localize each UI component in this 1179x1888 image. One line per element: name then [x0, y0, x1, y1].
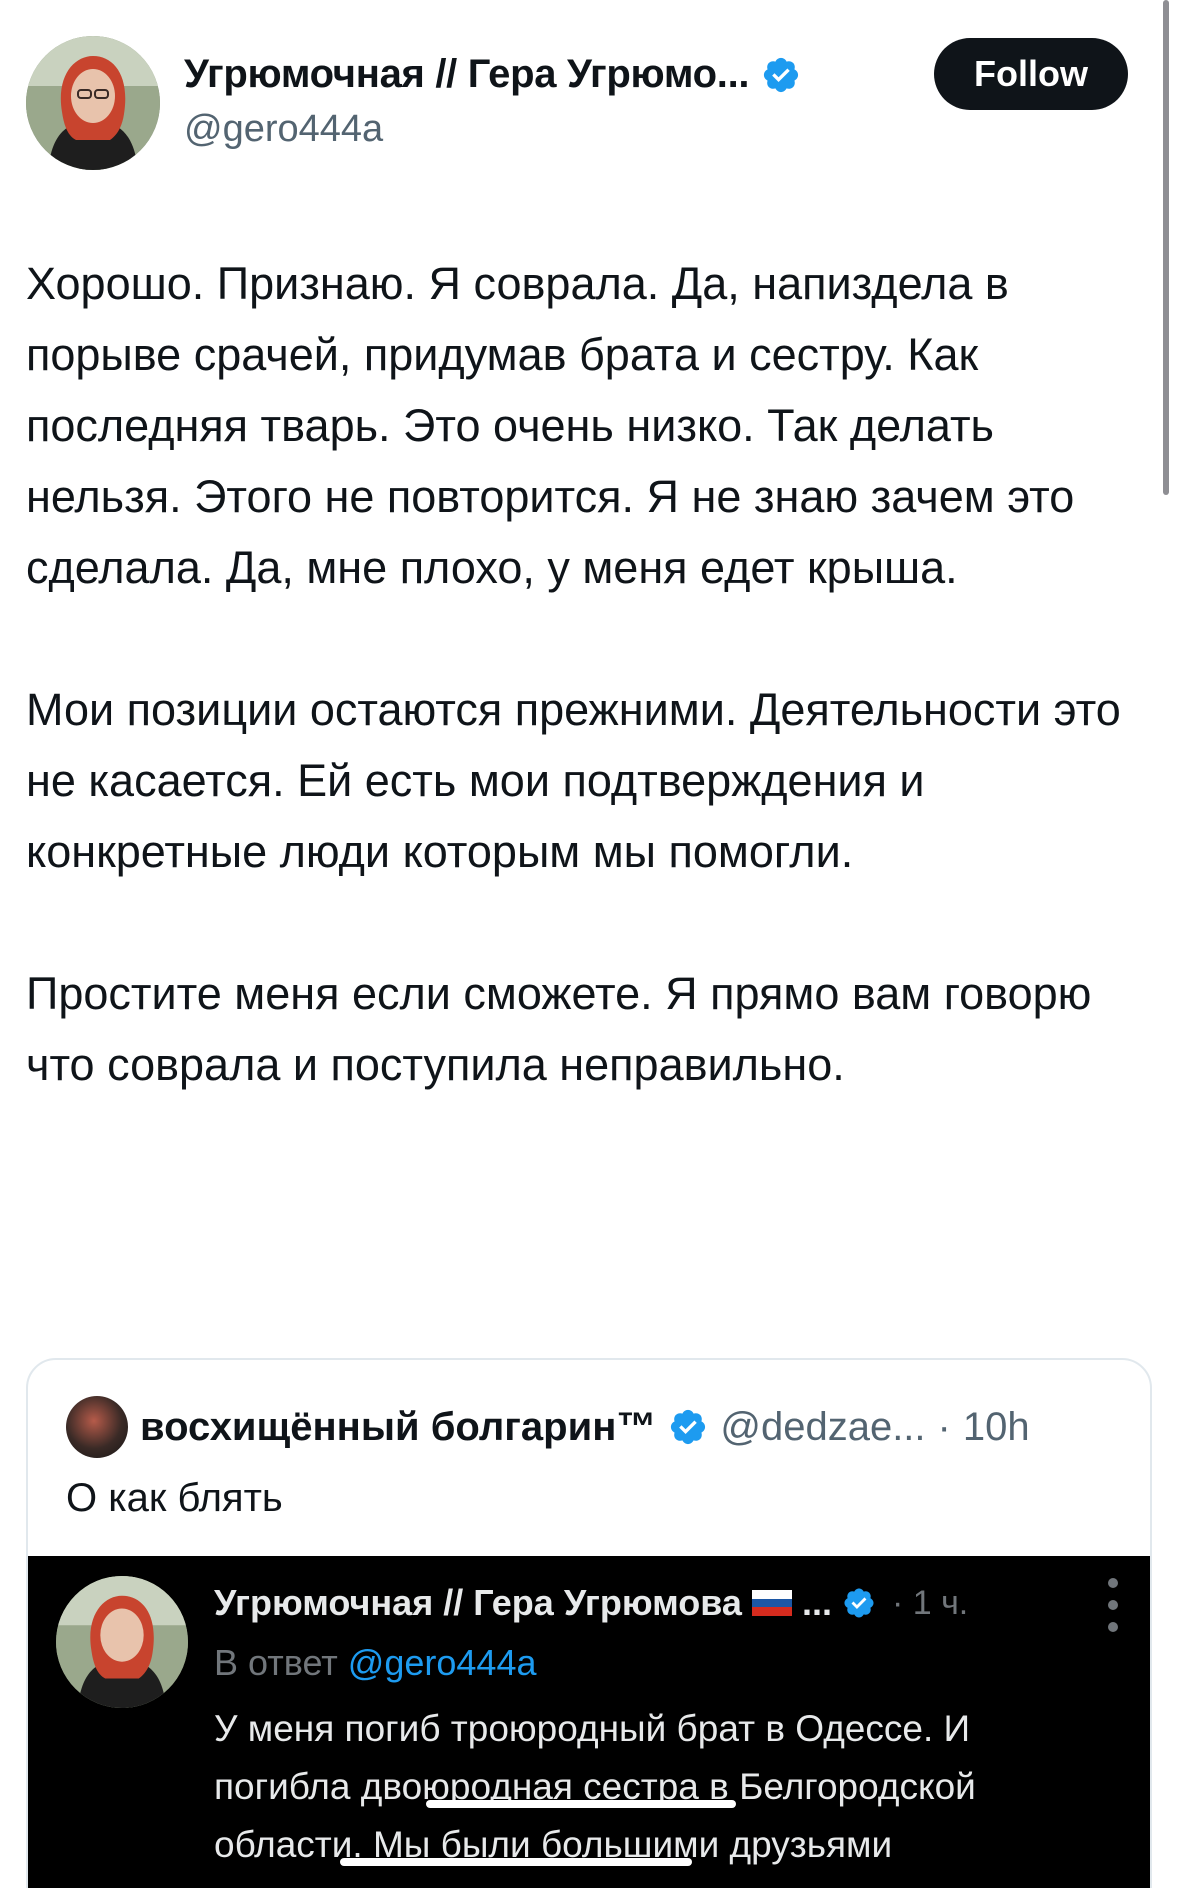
verified-badge-icon	[671, 1409, 706, 1445]
quote-text: О как блять	[66, 1476, 283, 1520]
screenshot-reply-line: В ответ @gero444a	[214, 1642, 536, 1684]
quote-avatar[interactable]	[66, 1396, 128, 1458]
quote-media-screenshot[interactable]: Угрюмочная // Гера Угрюмова ... · 1 ч. В…	[28, 1556, 1150, 1888]
more-options-icon	[1108, 1578, 1120, 1632]
scrollbar[interactable]	[1163, 0, 1169, 495]
tweet-paragraph: Простите меня если сможете. Я прямо вам …	[26, 968, 1104, 1090]
handle[interactable]: @gero444a	[184, 108, 383, 151]
hand-drawn-underline	[426, 1800, 736, 1808]
reply-prefix: В ответ	[214, 1642, 338, 1683]
quoted-tweet[interactable]: восхищённый болгарин™ @dedzae... · 10h О…	[26, 1358, 1152, 1888]
display-name[interactable]: Угрюмочная // Гера Угрюмо...	[184, 52, 750, 97]
verified-badge-icon	[764, 57, 799, 92]
verified-badge-icon	[844, 1588, 874, 1618]
hand-drawn-underline	[340, 1858, 692, 1866]
tweet-paragraph: Хорошо. Признаю. Я соврала. Да, напиздел…	[26, 258, 1087, 593]
quote-timestamp[interactable]: 10h	[963, 1405, 1030, 1450]
screenshot-header: Угрюмочная // Гера Угрюмова ... · 1 ч.	[214, 1582, 968, 1624]
russia-flag-icon	[751, 1590, 792, 1616]
tweet-header: Угрюмочная // Гера Угрюмо... @gero444a F…	[26, 36, 1128, 171]
quote-header: восхищённый болгарин™ @dedzae... · 10h	[66, 1396, 1030, 1458]
quote-separator: ·	[937, 1404, 951, 1449]
quote-handle[interactable]: @dedzae...	[720, 1405, 925, 1450]
screenshot-timestamp: · 1 ч.	[891, 1583, 969, 1622]
reply-mention: @gero444a	[347, 1642, 537, 1683]
avatar[interactable]	[26, 36, 160, 170]
quote-display-name[interactable]: восхищённый болгарин™	[140, 1405, 656, 1450]
name-row: Угрюмочная // Гера Угрюмо...	[184, 52, 801, 97]
screenshot-avatar	[56, 1576, 188, 1708]
tweet-paragraph: Мои позиции остаются прежними. Деятельно…	[26, 684, 1134, 877]
screenshot-display-name: Угрюмочная // Гера Угрюмова	[214, 1582, 742, 1623]
tweet-text: Хорошо. Признаю. Я соврала. Да, напиздел…	[26, 248, 1156, 1100]
screenshot-ellipsis: ...	[801, 1582, 832, 1623]
screenshot-text: У меня погиб троюродный брат в Одессе. И…	[214, 1708, 976, 1865]
follow-button[interactable]: Follow	[934, 38, 1128, 110]
